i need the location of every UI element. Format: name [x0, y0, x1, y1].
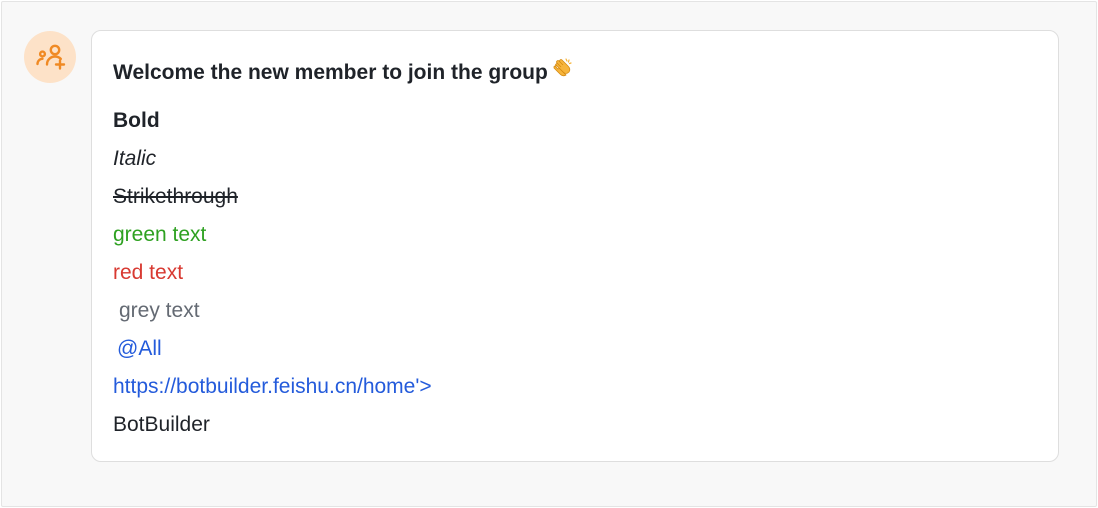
green-text: green text	[113, 223, 207, 246]
grey-text: grey text	[119, 299, 200, 322]
botbuilder-link[interactable]: https://botbuilder.feishu.cn/home'>	[113, 368, 432, 406]
message-card: Welcome the new member to join the group…	[91, 30, 1059, 462]
strikethrough-text: Strikethrough	[113, 185, 238, 208]
card-body: Bold Italic Strikethrough green text red…	[113, 102, 432, 444]
card-title: Welcome the new member to join the group	[113, 58, 574, 88]
red-text: red text	[113, 261, 184, 284]
bot-avatar[interactable]	[24, 31, 76, 83]
clapping-hands-icon	[550, 57, 574, 87]
add-member-icon	[36, 44, 66, 70]
bold-text: Bold	[113, 109, 160, 132]
card-title-text: Welcome the new member to join the group	[113, 61, 548, 84]
chat-panel: Welcome the new member to join the group…	[1, 1, 1097, 507]
plain-text: BotBuilder	[113, 413, 210, 436]
mention-all[interactable]: @All	[113, 330, 432, 368]
italic-text: Italic	[113, 147, 157, 170]
